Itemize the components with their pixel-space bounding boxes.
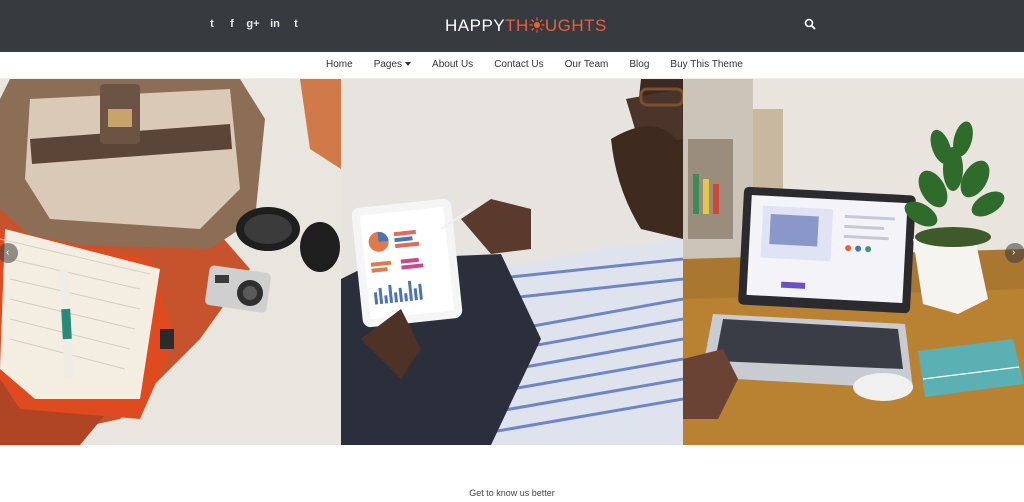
nav-label: About Us	[432, 59, 474, 70]
search-icon[interactable]	[804, 18, 816, 30]
social-links: t f g+ in t	[206, 17, 302, 31]
tablet-analytics-image	[341, 79, 683, 445]
nav-item-our-team[interactable]: Our Team	[565, 59, 609, 70]
nav-item-buy-this-theme[interactable]: Buy This Theme	[670, 59, 742, 70]
tumblr-icon[interactable]: t	[290, 17, 302, 31]
hero-image-slider[interactable]: ‹ ›	[0, 79, 1024, 445]
google-plus-icon[interactable]: g+	[246, 17, 260, 31]
twitter-icon[interactable]: t	[206, 17, 218, 31]
facebook-icon[interactable]: f	[226, 17, 238, 31]
travel-flatlay-image	[0, 79, 341, 445]
nav-item-about-us[interactable]: About Us	[432, 59, 473, 70]
main-navigation: Home Pages About Us Contact Us Our Team …	[0, 52, 1024, 79]
section-subtitle: Get to know us better	[469, 488, 555, 498]
nav-label: Home	[326, 59, 353, 70]
nav-label: Our Team	[564, 59, 609, 70]
sun-icon	[529, 17, 545, 33]
nav-item-home[interactable]: Home	[326, 59, 353, 70]
nav-label: Contact Us	[494, 59, 544, 70]
logo-text-ughts: UGHTS	[544, 16, 607, 35]
nav-item-pages[interactable]: Pages	[373, 59, 412, 70]
caret-down-icon	[405, 62, 412, 66]
logo-text-th: TH	[505, 16, 529, 35]
site-logo[interactable]: HAPPYTH UGHTS	[445, 16, 607, 36]
nav-label: Pages	[373, 59, 403, 70]
top-header-bar: t f g+ in t HAPPYTH UGHTS	[0, 0, 1024, 52]
nav-item-contact-us[interactable]: Contact Us	[494, 59, 543, 70]
nav-label: Blog	[629, 59, 650, 70]
nav-item-blog[interactable]: Blog	[629, 59, 649, 70]
slider-next-button[interactable]: ›	[1005, 243, 1024, 263]
logo-text-happy: HAPPY	[445, 16, 506, 35]
laptop-desk-image	[683, 79, 1024, 445]
chevron-right-icon: ›	[1012, 247, 1016, 258]
linkedin-icon[interactable]: in	[268, 17, 282, 31]
nav-label: Buy This Theme	[670, 59, 743, 70]
chevron-left-icon: ‹	[6, 247, 10, 258]
